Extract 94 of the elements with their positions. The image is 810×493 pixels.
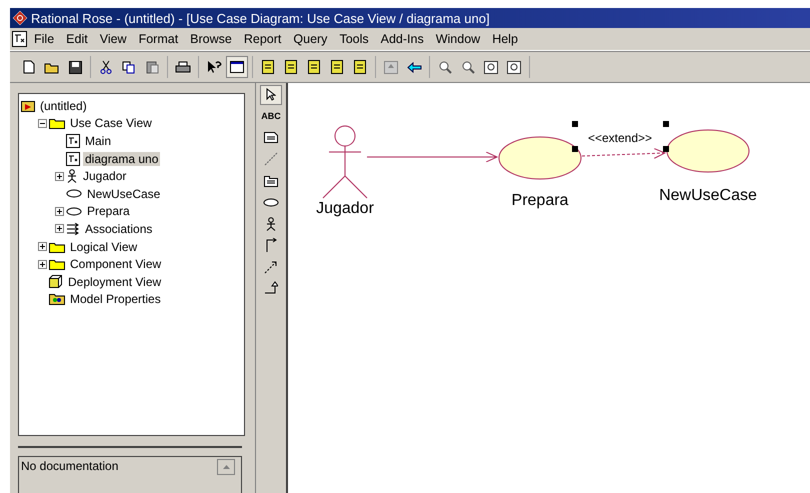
menu-item[interactable]: Edit bbox=[60, 32, 94, 46]
copy-icon bbox=[122, 60, 136, 74]
folder-icon bbox=[49, 258, 65, 270]
selection-handle[interactable] bbox=[572, 146, 578, 152]
arrows-icon bbox=[66, 222, 80, 235]
ellipse-icon bbox=[66, 189, 82, 198]
expand-toggle[interactable] bbox=[55, 172, 64, 181]
diagram-icon bbox=[66, 134, 80, 148]
use-case-name: Prepara bbox=[512, 192, 568, 209]
menu-item[interactable]: Tools bbox=[333, 32, 375, 46]
plus-icon bbox=[40, 262, 45, 267]
menu-item[interactable]: Browse bbox=[184, 32, 238, 46]
package-icon bbox=[264, 174, 278, 187]
document-icon bbox=[262, 60, 274, 74]
stereotype-label: <<extend>> bbox=[588, 131, 652, 145]
tree-item[interactable]: (untitled) bbox=[38, 98, 89, 113]
menu-item[interactable]: Add-Ins bbox=[374, 32, 430, 46]
menu-item[interactable]: Report bbox=[238, 32, 288, 46]
actor-icon bbox=[66, 169, 78, 184]
tree-item[interactable]: Model Properties bbox=[68, 292, 163, 306]
tree-item[interactable]: NewUseCase bbox=[85, 186, 162, 201]
pointer-icon bbox=[266, 88, 276, 102]
app-logo-icon bbox=[12, 10, 28, 26]
tree-item[interactable]: Jugador bbox=[81, 169, 128, 184]
menu-item[interactable]: Query bbox=[287, 32, 334, 46]
plus-icon bbox=[57, 226, 62, 232]
plus-icon bbox=[40, 244, 45, 250]
folder-icon bbox=[49, 240, 65, 253]
zoom-window-icon bbox=[507, 60, 521, 74]
documentation-text: No documentation bbox=[21, 459, 118, 475]
toolbar-button[interactable] bbox=[226, 56, 248, 78]
save-icon bbox=[68, 60, 82, 74]
selection-handle[interactable] bbox=[663, 146, 669, 152]
collapse-toggle[interactable] bbox=[38, 118, 47, 128]
note-icon bbox=[264, 132, 278, 144]
dashed-arrow-icon bbox=[264, 260, 278, 274]
document-icon bbox=[308, 60, 320, 74]
document-icon bbox=[331, 60, 343, 74]
new-file-icon bbox=[23, 60, 35, 74]
tree-item[interactable]: Component View bbox=[68, 257, 164, 272]
document-icon bbox=[285, 60, 297, 74]
expand-toggle[interactable] bbox=[38, 260, 47, 269]
menu-item[interactable]: File bbox=[28, 32, 60, 46]
actor-name: Jugador bbox=[316, 200, 374, 217]
ellipse-icon bbox=[66, 206, 82, 216]
tree-item[interactable]: diagrama uno bbox=[83, 152, 160, 166]
expand-toggle[interactable] bbox=[55, 206, 64, 216]
expand-toggle[interactable] bbox=[55, 224, 64, 234]
printer-icon bbox=[175, 60, 191, 74]
help-pointer-icon bbox=[206, 60, 222, 74]
ellipse-icon bbox=[263, 198, 279, 207]
up-icon bbox=[384, 60, 398, 74]
window-title: Rational Rose - (untitled) - [Use Case Diagram: Use Case View / diagrama uno] bbox=[10, 8, 810, 28]
tree-item[interactable]: Logical View bbox=[68, 240, 140, 254]
minus-icon bbox=[40, 120, 45, 126]
window-icon bbox=[230, 61, 244, 73]
documentation-box[interactable]: No documentation bbox=[18, 456, 242, 493]
tool-button[interactable] bbox=[260, 85, 282, 104]
document-icon bbox=[354, 60, 366, 74]
menu-item[interactable]: Help bbox=[486, 32, 524, 46]
selection-handle[interactable] bbox=[663, 121, 669, 127]
actor-icon bbox=[265, 216, 277, 231]
folder-icon bbox=[44, 60, 60, 74]
selection-handle[interactable] bbox=[572, 121, 578, 127]
tool-button[interactable]: ABC bbox=[260, 106, 282, 126]
properties-icon bbox=[49, 293, 65, 306]
expand-toggle[interactable] bbox=[38, 242, 47, 252]
model-icon bbox=[21, 100, 35, 112]
up-triangle-icon bbox=[222, 465, 230, 469]
tree-item[interactable]: Deployment View bbox=[66, 274, 164, 289]
menu-item[interactable]: View bbox=[94, 32, 133, 46]
plus-icon bbox=[57, 208, 62, 214]
tree-item[interactable]: Main bbox=[83, 134, 114, 148]
corner-line-icon bbox=[265, 238, 277, 252]
generalization-icon bbox=[264, 281, 278, 296]
menu-item[interactable]: Format bbox=[132, 32, 184, 46]
tree-item[interactable]: Associations bbox=[83, 222, 154, 236]
use-case-name: NewUseCase bbox=[659, 187, 757, 204]
magnifier-icon bbox=[438, 60, 452, 74]
menu-item[interactable]: Window bbox=[430, 32, 486, 46]
scroll-up-button[interactable] bbox=[217, 459, 235, 475]
zoom-window-icon bbox=[484, 60, 498, 74]
tree-item[interactable]: Use Case View bbox=[68, 116, 154, 130]
tree-item[interactable]: Prepara bbox=[85, 204, 132, 218]
paste-icon bbox=[146, 60, 158, 74]
diagram-icon bbox=[66, 152, 80, 166]
document-icon[interactable] bbox=[12, 31, 28, 47]
cube-icon bbox=[49, 275, 63, 288]
folder-icon bbox=[49, 117, 65, 130]
left-arrow-icon bbox=[406, 62, 422, 72]
scissors-icon bbox=[100, 60, 112, 74]
magnifier-icon bbox=[461, 60, 475, 74]
plus-icon bbox=[57, 174, 62, 179]
dashed-line-icon bbox=[264, 152, 278, 166]
